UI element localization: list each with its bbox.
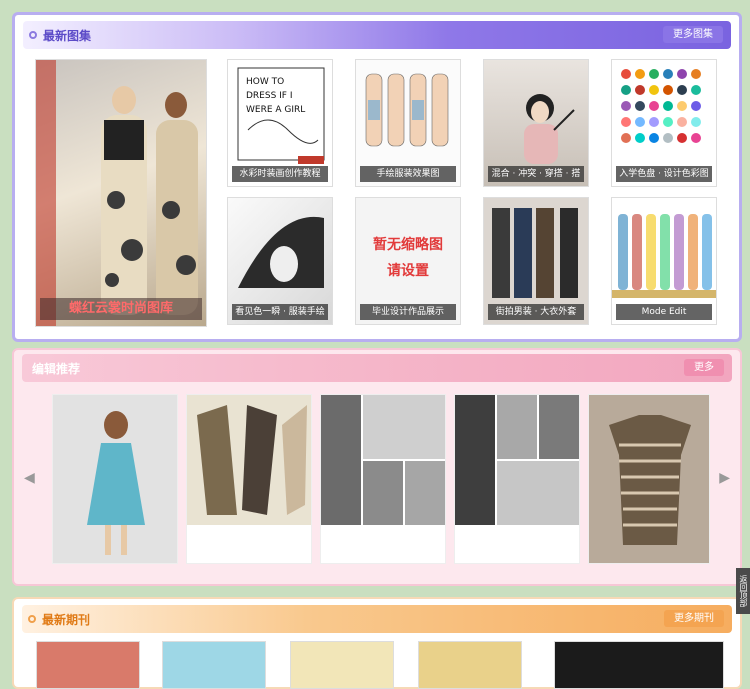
carousel-prev-arrow[interactable]: ◀ — [24, 470, 35, 486]
card-2-meta — [193, 527, 305, 557]
new-atlas-title: 最新图集 — [43, 29, 92, 43]
striped-shirt-photo — [589, 395, 709, 563]
atlas-thumb-2[interactable]: 手绘服装效果图 — [355, 59, 461, 187]
recommend-card-2[interactable] — [186, 394, 312, 564]
atlas-caption-3: 混合 · 冲突 · 穿搭 · 搭 — [488, 166, 584, 182]
more-atlas-button[interactable]: 更多图集 — [663, 26, 723, 43]
atlas-thumb-8[interactable]: Mode Edit — [611, 197, 717, 325]
collage-photo — [187, 395, 311, 525]
svg-text:WERE A GIRL: WERE A GIRL — [246, 105, 305, 115]
magazine-cover-1[interactable] — [36, 641, 140, 689]
atlas-thumb-6[interactable]: 暂无缩略图 请设置 毕业设计作品展示 — [355, 197, 461, 325]
magazines-title: 最新期刊 — [42, 613, 91, 627]
atlas-thumb-4[interactable]: 入学色盘 · 设计色彩图 — [611, 59, 717, 187]
recommend-header: 编辑推荐 更多 — [22, 354, 732, 382]
recommend-section: 编辑推荐 更多 ◀ ▶ — [12, 348, 742, 586]
back-to-top-tab[interactable]: 返回顶部 — [736, 568, 750, 614]
magazines-header: 最新期刊 更多期刊 — [22, 605, 732, 633]
magazine-cover-5[interactable] — [554, 641, 724, 689]
new-atlas-header: 最新图集 更多图集 — [23, 21, 731, 49]
more-recommend-button[interactable]: 更多 — [684, 359, 724, 376]
texture-collage — [455, 395, 579, 525]
svg-text:HOW TO: HOW TO — [246, 77, 284, 87]
atlas-caption-5: 看见色一瞬 · 服装手绘 — [232, 304, 328, 320]
magazines-section: 最新期刊 更多期刊 — [12, 597, 742, 689]
atlas-caption-8: Mode Edit — [616, 304, 712, 320]
atlas-thumb-7[interactable]: 街拍男装 · 大衣外套 — [483, 197, 589, 325]
recommend-card-5[interactable] — [588, 394, 710, 564]
recommend-card-4[interactable] — [454, 394, 580, 564]
magazine-cover-4[interactable] — [418, 641, 522, 689]
no-thumbnail-text: 暂无缩略图 — [373, 237, 443, 253]
atlas-thumb-5[interactable]: 看见色一瞬 · 服装手绘 — [227, 197, 333, 325]
new-atlas-section: 最新图集 更多图集 蝶红云裳时尚图库 HOW TO DRESS IF I WER… — [12, 12, 742, 342]
card-4-meta — [461, 527, 573, 557]
bullet-icon — [29, 31, 37, 39]
magazine-cover-3[interactable] — [290, 641, 394, 689]
recommend-title: 编辑推荐 — [32, 362, 81, 376]
card-3-meta — [327, 527, 439, 557]
svg-text:DRESS IF I: DRESS IF I — [246, 91, 293, 101]
please-set-text: 请设置 — [387, 263, 429, 279]
runway-photo — [36, 60, 198, 326]
atlas-caption-6: 毕业设计作品展示 — [360, 304, 456, 320]
more-magazines-button[interactable]: 更多期刊 — [664, 610, 724, 627]
magazine-cover-2[interactable] — [162, 641, 266, 689]
feature-atlas-thumb[interactable]: 蝶红云裳时尚图库 — [35, 59, 207, 327]
feature-caption: 蝶红云裳时尚图库 — [40, 298, 202, 320]
recommend-card-1[interactable] — [52, 394, 178, 564]
carousel-next-arrow[interactable]: ▶ — [719, 470, 730, 486]
fabric-collage — [321, 395, 445, 525]
bullet-icon — [28, 615, 36, 623]
recommend-card-3[interactable] — [320, 394, 446, 564]
atlas-caption-4: 入学色盘 · 设计色彩图 — [616, 166, 712, 182]
atlas-thumb-3[interactable]: 混合 · 冲突 · 穿搭 · 搭 — [483, 59, 589, 187]
atlas-caption-1: 水彩时装画创作教程 — [232, 166, 328, 182]
atlas-thumb-1[interactable]: HOW TO DRESS IF I WERE A GIRL 水彩时装画创作教程 — [227, 59, 333, 187]
atlas-caption-7: 街拍男装 · 大衣外套 — [488, 304, 584, 320]
dress-photo — [87, 411, 145, 555]
atlas-caption-2: 手绘服装效果图 — [360, 166, 456, 182]
